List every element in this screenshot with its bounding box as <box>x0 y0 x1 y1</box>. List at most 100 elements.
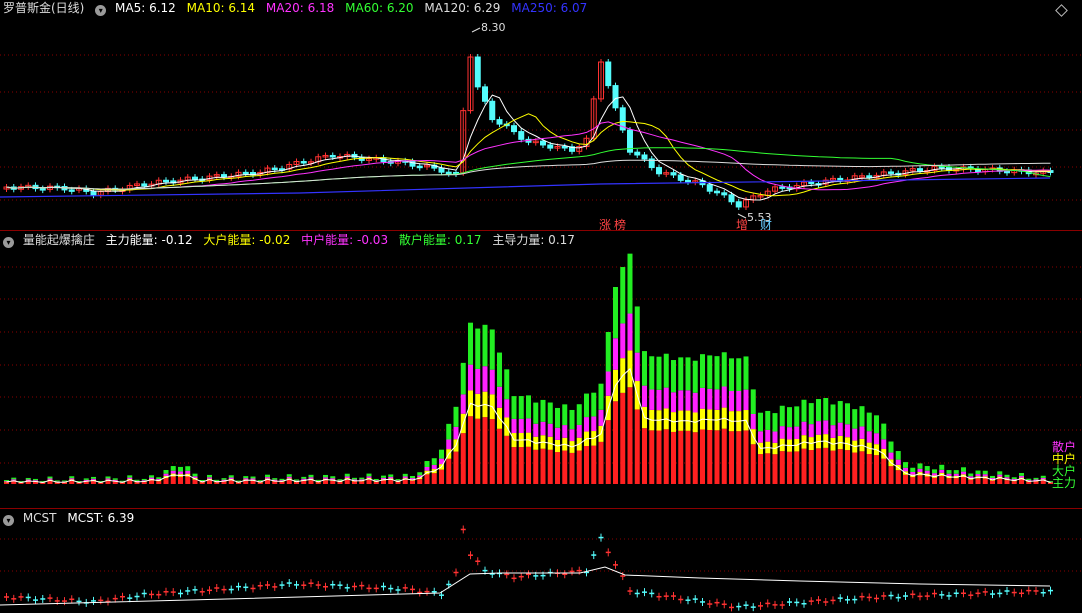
main-force-bar <box>576 450 582 484</box>
mid-player-bar <box>584 417 589 432</box>
main-force-bar <box>569 452 575 484</box>
main-force-bar <box>642 428 647 484</box>
main-force-bar <box>134 482 140 484</box>
main-force-bar <box>352 481 357 484</box>
retail-bar <box>511 396 517 419</box>
mid-player-bar <box>453 426 459 440</box>
main-force-bar <box>801 448 807 484</box>
mcst-line <box>0 566 1051 606</box>
mid-player-bar <box>932 473 937 476</box>
mid-player-bar <box>547 423 553 437</box>
retail-bar <box>417 472 423 476</box>
tag-cai[interactable]: 财 <box>760 218 772 230</box>
mid-player-bar <box>852 428 858 441</box>
mcst-chart[interactable] <box>0 509 1082 613</box>
retail-bar <box>112 478 118 480</box>
high-label-leader <box>471 27 481 33</box>
mid-player-bar <box>707 388 713 410</box>
retail-bar <box>518 396 524 419</box>
mid-player-bar <box>286 476 292 479</box>
candle-body <box>329 154 336 158</box>
mid-player-bar <box>656 389 662 411</box>
retail-bar <box>4 480 9 482</box>
candle-body <box>634 151 641 156</box>
main-force-bar <box>758 454 763 484</box>
retail-bar <box>888 441 894 453</box>
retail-bar <box>156 477 162 480</box>
retail-bar <box>1004 474 1010 478</box>
mid-player-bar <box>105 478 111 480</box>
retail-bar <box>323 474 328 478</box>
mid-player-bar <box>91 478 96 480</box>
main-force-bar <box>845 450 850 484</box>
mid-player-bar <box>497 386 502 408</box>
main-force-bar <box>489 419 495 484</box>
retail-bar <box>671 360 676 393</box>
retail-bar <box>105 476 111 479</box>
energy-chart[interactable] <box>0 231 1082 508</box>
price-panel[interactable]: 罗普斯金(日线) ▾ MA5: 6.12 MA10: 6.14 MA20: 6.… <box>0 0 1082 230</box>
candle-body <box>728 194 735 203</box>
main-force-bar <box>105 480 111 484</box>
retail-bar <box>903 462 908 468</box>
main-force-bar <box>359 481 365 484</box>
retail-bar <box>787 407 792 428</box>
main-force-bar <box>700 429 705 484</box>
retail-bar <box>504 369 510 400</box>
tag-zhang[interactable]: 涨 <box>599 217 611 230</box>
retail-bar <box>540 399 546 422</box>
candle-body <box>721 192 728 196</box>
main-force-bar <box>750 444 756 484</box>
main-force-bar <box>591 445 597 484</box>
main-force-bar <box>149 480 154 484</box>
main-force-bar <box>185 476 191 484</box>
main-force-bar <box>692 432 698 484</box>
main-force-bar <box>997 478 1003 484</box>
mid-player-bar <box>576 424 582 438</box>
main-force-bar <box>895 470 901 484</box>
retail-bar <box>663 353 669 388</box>
retail-bar <box>221 478 227 480</box>
mid-player-bar <box>555 427 560 440</box>
retail-bar <box>185 466 191 471</box>
candle-body <box>242 171 249 175</box>
retail-bar <box>736 358 742 391</box>
tag-zeng[interactable]: 增 <box>736 218 748 230</box>
retail-bar <box>163 470 169 474</box>
candle-body <box>163 179 169 183</box>
candle-body <box>735 201 742 208</box>
main-force-bar <box>141 481 147 484</box>
candle-body <box>888 171 894 174</box>
retail-bar <box>779 405 785 427</box>
retail-bar <box>794 406 800 427</box>
main-force-bar <box>475 418 481 484</box>
mid-player-bar <box>424 466 430 471</box>
main-force-bar <box>257 482 263 484</box>
mid-player-bar <box>1019 475 1024 478</box>
mid-player-bar <box>388 476 394 479</box>
energy-panel[interactable]: ▾ 量能起爆擒庄 主力能量: -0.12 大户能量: -0.02 中户能量: -… <box>0 231 1082 508</box>
main-force-bar <box>330 480 336 484</box>
candle-body <box>641 154 648 160</box>
mid-player-bar <box>859 426 865 439</box>
main-force-bar <box>1004 480 1010 484</box>
mid-player-bar <box>562 425 568 438</box>
candle-body <box>540 140 546 146</box>
retail-bar <box>642 351 647 386</box>
candle-body <box>300 161 307 164</box>
mcst-panel[interactable]: ▾ MCST MCST: 6.39 <box>0 509 1082 613</box>
retail-bar <box>765 410 771 430</box>
candle-body <box>706 184 713 192</box>
mid-player-bar <box>692 392 698 413</box>
retail-bar <box>250 476 256 479</box>
tag-bang[interactable]: 榜 <box>614 217 626 230</box>
retail-bar <box>613 286 618 339</box>
mid-player-bar <box>939 469 945 473</box>
main-force-bar <box>156 481 162 484</box>
mid-player-bar <box>816 421 821 435</box>
candle-body <box>685 179 691 183</box>
price-chart[interactable]: 8.30 5.53 涨 榜 增 财 <box>0 0 1082 230</box>
main-force-bar <box>736 431 742 484</box>
retail-bar <box>895 451 901 460</box>
main-force-bar <box>881 458 887 484</box>
